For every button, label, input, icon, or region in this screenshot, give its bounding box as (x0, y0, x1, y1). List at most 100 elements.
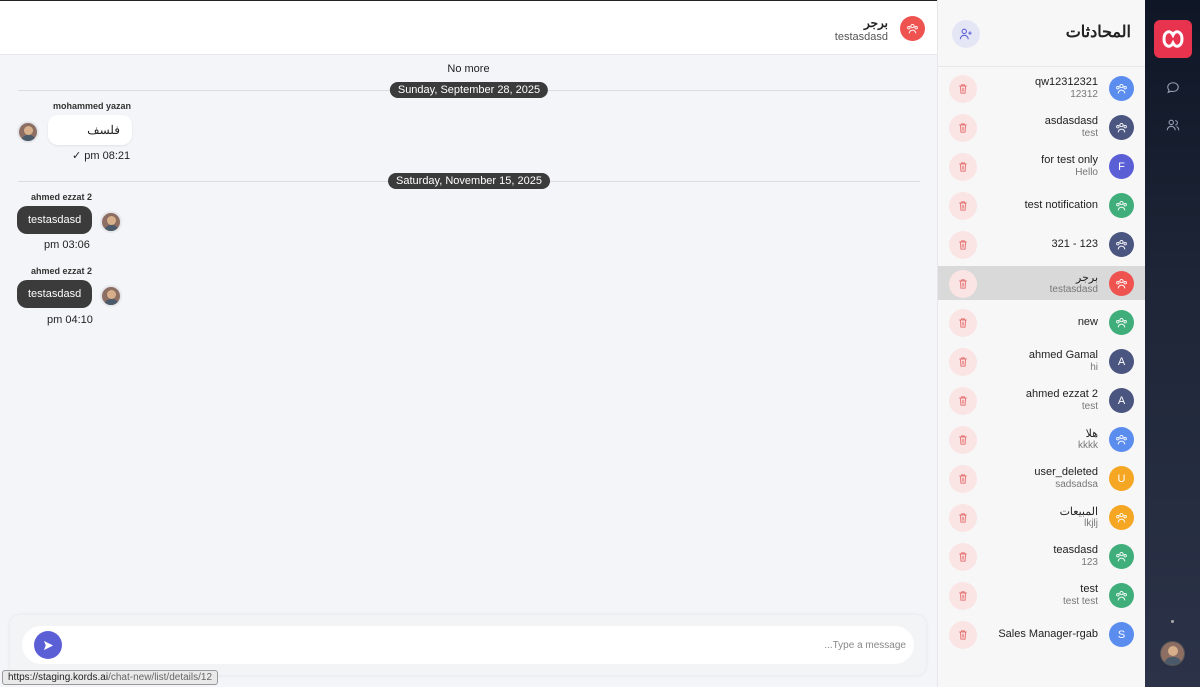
conversation-item[interactable]: Sales Manager-rgab S (938, 617, 1146, 651)
avatar-initial: A (1117, 355, 1126, 368)
message-sender: mohammed yazan (53, 101, 132, 111)
sender-avatar[interactable] (17, 121, 39, 143)
conversations-panel: المحادثات qw12312321 12312 asdasdasd test fo… (937, 0, 1146, 687)
conversation-last-message: test test (1062, 596, 1098, 607)
conversation-last-message: hi (1090, 362, 1098, 373)
trash-icon (959, 123, 967, 133)
conversation-item[interactable]: asdasdasd test (938, 110, 1146, 144)
conversations-title: المحادثات (1065, 24, 1131, 41)
message-input[interactable] (72, 626, 906, 664)
add-user-icon (959, 28, 972, 40)
group-icon (1116, 278, 1127, 289)
conversation-item[interactable]: ahmed Gamal hi A (938, 344, 1146, 378)
trash-icon (959, 630, 967, 640)
conversation-item[interactable]: test test test (938, 578, 1146, 612)
group-icon (1116, 122, 1127, 133)
sender-avatar[interactable] (100, 211, 122, 233)
delete-conversation-button[interactable] (949, 192, 977, 220)
group-icon (1116, 512, 1127, 523)
conversation-avatar: S (1109, 622, 1134, 647)
chat-bubble-icon[interactable] (1165, 80, 1181, 96)
profile-avatar[interactable] (1160, 641, 1185, 666)
group-icon (1116, 590, 1127, 601)
trash-icon (959, 84, 967, 94)
trash-icon (959, 396, 967, 406)
message-bubble[interactable]: testasdasd (17, 280, 93, 308)
message-time: pm 04:10 (47, 314, 93, 326)
delete-conversation-button[interactable] (949, 348, 977, 376)
message-sender: ahmed ezzat 2 (31, 192, 93, 202)
conversation-item[interactable]: for test only Hello F (938, 149, 1146, 183)
trash-icon (959, 474, 967, 484)
conversation-last-message: test (1081, 128, 1098, 139)
conversation-avatar (1109, 271, 1134, 296)
message-sender: ahmed ezzat 2 (31, 266, 93, 276)
message-time: pm 03:06 (44, 239, 90, 251)
conversation-item[interactable]: ahmed ezzat 2 test A (938, 383, 1146, 417)
delete-conversation-button[interactable] (949, 309, 977, 337)
conversation-name: new (1077, 316, 1098, 328)
sender-avatar[interactable] (100, 285, 122, 307)
conversation-avatar (1109, 310, 1134, 335)
delete-conversation-button[interactable] (949, 270, 977, 298)
date-separator: Saturday, November 15, 2025 (18, 173, 920, 189)
trash-icon (959, 240, 967, 250)
conversation-name: asdasdasd (1044, 115, 1098, 127)
conversation-avatar (1109, 505, 1134, 530)
delete-conversation-button[interactable] (949, 582, 977, 610)
delete-conversation-button[interactable] (949, 75, 977, 103)
send-button[interactable] (34, 631, 62, 659)
app-logo[interactable] (1154, 20, 1192, 58)
conversation-item[interactable]: 321 - 123 (938, 227, 1146, 261)
conversation-last-message: Hello (1075, 167, 1098, 178)
conversation-avatar (1109, 544, 1134, 569)
delete-conversation-button[interactable] (949, 465, 977, 493)
date-separator: Sunday, September 28, 2025 (18, 82, 920, 98)
conversation-item[interactable]: teasdasd 123 (938, 539, 1146, 573)
conversation-name: 321 - 123 (1051, 238, 1098, 250)
conversation-last-message: lkjlj (1084, 518, 1098, 529)
status-bar-url: https://staging.kords.ai/chat-new/list/d… (2, 670, 219, 685)
message-bubble[interactable]: testasdasd (17, 206, 93, 234)
conversation-item[interactable]: هلا kkkk (938, 422, 1146, 456)
chat-header: برجر testasdasd (0, 1, 937, 55)
users-icon[interactable] (1165, 117, 1181, 133)
group-icon (1116, 551, 1127, 562)
group-icon (1116, 200, 1127, 211)
trash-icon (959, 162, 967, 172)
conversation-name: test notification (1024, 199, 1098, 211)
conversation-name: for test only (1041, 154, 1098, 166)
conversation-avatar (1109, 232, 1134, 257)
conversation-avatar (1109, 193, 1134, 218)
read-check-icon: ✓ (72, 150, 82, 162)
trash-icon (959, 279, 967, 289)
delete-conversation-button[interactable] (949, 231, 977, 259)
no-more-label: No more (447, 63, 490, 75)
conversation-item[interactable]: qw12312321 12312 (938, 71, 1146, 105)
add-user-button[interactable] (952, 20, 980, 48)
group-icon (907, 23, 918, 34)
delete-conversation-button[interactable] (949, 153, 977, 181)
conversation-item[interactable]: user_deleted sadsadsa U (938, 461, 1146, 495)
logo-icon (1162, 30, 1184, 48)
delete-conversation-button[interactable] (949, 387, 977, 415)
delete-conversation-button[interactable] (949, 621, 977, 649)
delete-conversation-button[interactable] (949, 114, 977, 142)
delete-conversation-button[interactable] (949, 543, 977, 571)
conversation-item[interactable]: برجر testasdasd (938, 266, 1146, 300)
conversation-name: user_deleted (1034, 466, 1098, 478)
conversation-item[interactable]: test notification (938, 188, 1146, 222)
delete-conversation-button[interactable] (949, 504, 977, 532)
trash-icon (959, 318, 967, 328)
conversation-avatar: A (1109, 388, 1134, 413)
conversation-item[interactable]: المبيعات lkjlj (938, 500, 1146, 534)
trash-icon (959, 435, 967, 445)
delete-conversation-button[interactable] (949, 426, 977, 454)
conversation-name: هلا (1085, 428, 1098, 440)
chat-header-avatar[interactable] (900, 16, 925, 41)
avatar-initial: S (1117, 628, 1126, 641)
conversation-item[interactable]: new (938, 305, 1146, 339)
chat-subtitle: testasdasd (834, 31, 888, 43)
message-bubble[interactable]: فلسف (48, 115, 132, 145)
conversation-last-message: sadsadsa (1055, 479, 1098, 490)
